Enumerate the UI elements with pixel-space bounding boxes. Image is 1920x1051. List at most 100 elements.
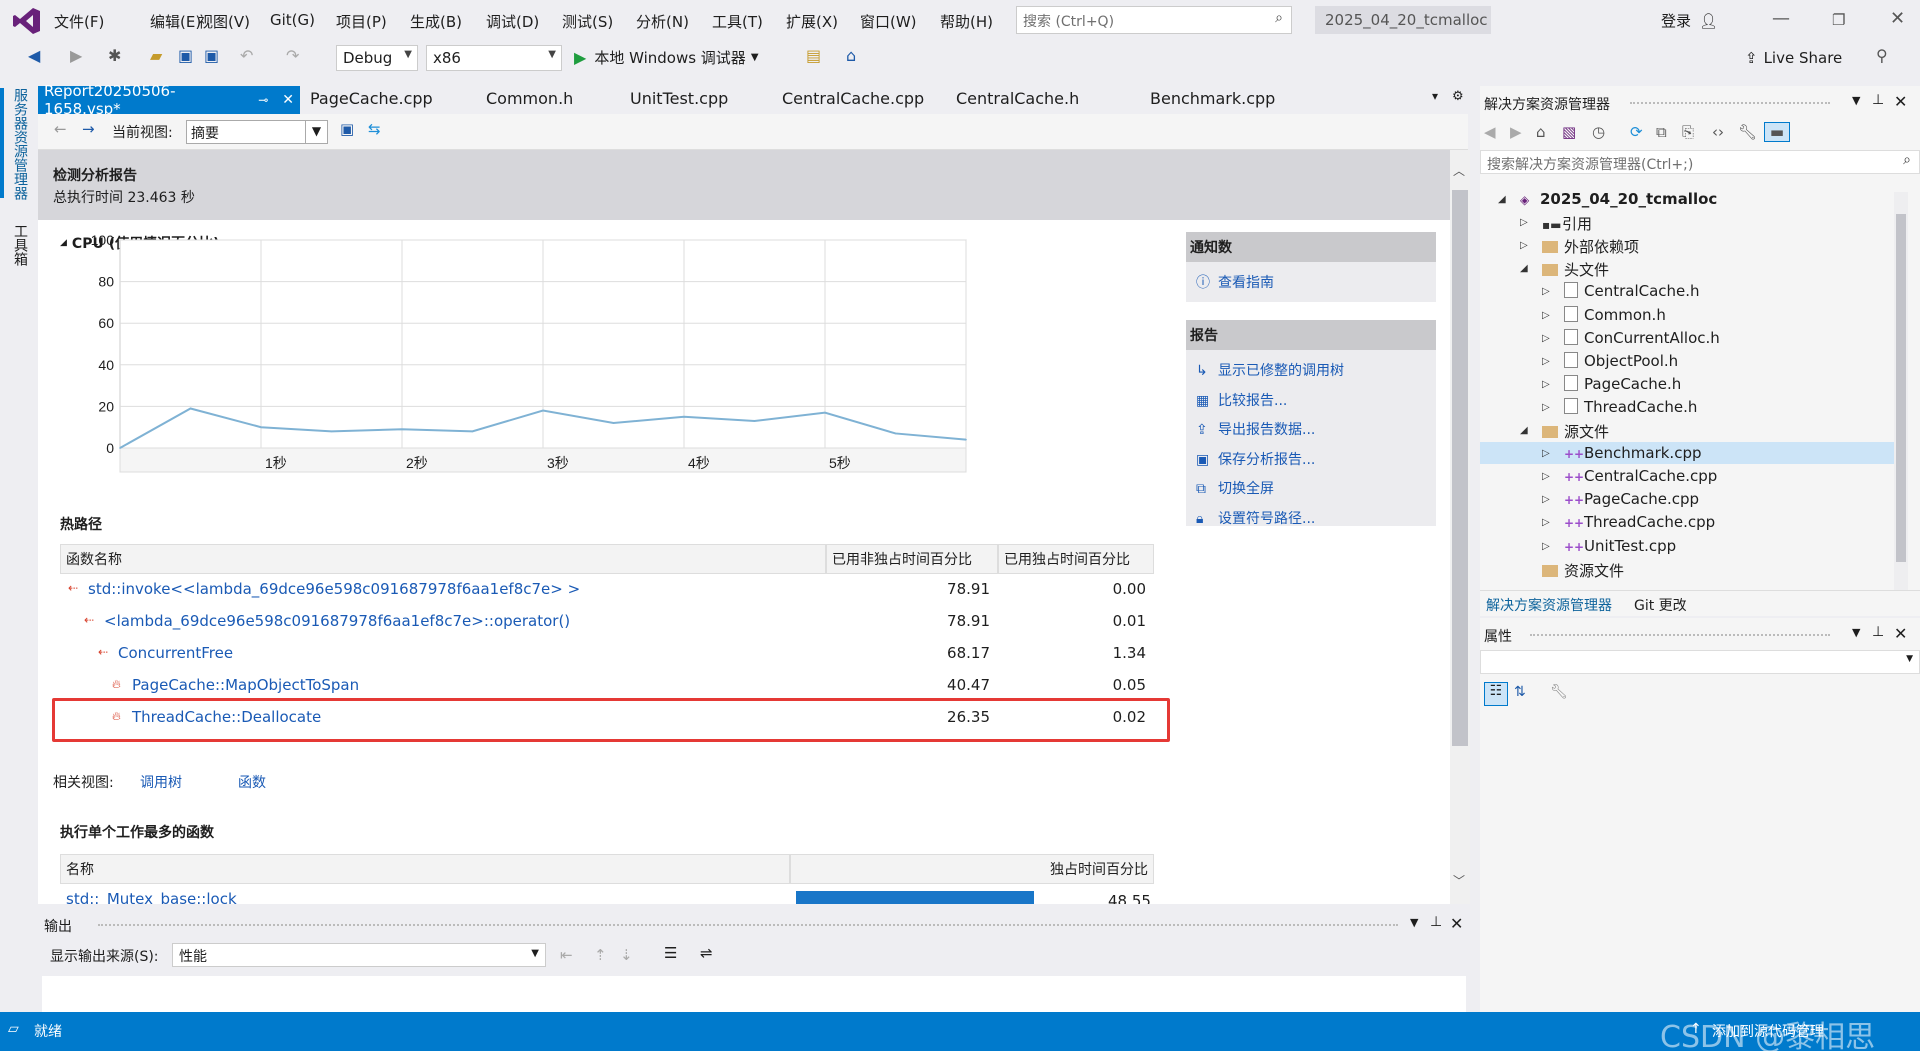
login-button[interactable]: 登录 👤︎	[1661, 10, 1718, 31]
close-panel-icon[interactable]: ✕	[1894, 624, 1907, 643]
function-name[interactable]: std::invoke<<lambda_69dce96e598c09168797…	[88, 580, 580, 598]
col-exclusive-pct[interactable]: 独占时间百分比	[790, 854, 1154, 884]
pin-icon[interactable]: ⊥	[1430, 914, 1442, 930]
prev-message-icon[interactable]: ⇡	[594, 946, 607, 964]
minimize-icon[interactable]: —	[1772, 8, 1790, 29]
show-all-files-icon[interactable]: ⎘	[1682, 123, 1712, 141]
panel-menu-icon[interactable]: ▼	[1852, 626, 1860, 639]
expand-icon[interactable]: ▷	[1542, 448, 1550, 459]
export-icon[interactable]: ⇆	[368, 120, 381, 138]
expand-icon[interactable]: ◢	[1498, 194, 1506, 205]
save-all-icon[interactable]: ▣	[204, 46, 219, 65]
server-explorer-tab[interactable]: 服务器资源管理器	[10, 88, 30, 200]
expand-icon[interactable]: ▷	[1542, 379, 1550, 390]
categorized-icon[interactable]: ☷	[1484, 682, 1508, 706]
menu-item[interactable]: 编辑(E)	[150, 11, 201, 32]
close-panel-icon[interactable]: ✕	[1894, 92, 1907, 111]
pin-icon[interactable]: ⊸	[258, 93, 268, 107]
col-name[interactable]: 名称	[60, 854, 790, 884]
tree-item[interactable]: ConCurrentAlloc.h	[1564, 328, 1720, 347]
menu-item[interactable]: 分析(N)	[636, 11, 689, 32]
expand-icon[interactable]: ▷	[1542, 286, 1550, 297]
tab-file[interactable]: UnitTest.cpp	[630, 89, 728, 108]
gear-icon[interactable]: ⚙	[1452, 89, 1464, 104]
maximize-icon[interactable]: ❐	[1832, 11, 1845, 29]
undo-icon[interactable]: ↶	[240, 46, 253, 65]
panel-menu-icon[interactable]: ▼	[1410, 916, 1418, 929]
report-link[interactable]: ⧉ 切换全屏	[1196, 478, 1274, 498]
clear-all-icon[interactable]: ☰	[664, 944, 677, 962]
tab-list-dropdown-icon[interactable]: ▾	[1432, 89, 1438, 103]
home-icon[interactable]: ⌂	[1536, 123, 1562, 141]
tab-git-changes[interactable]: Git 更改	[1634, 595, 1687, 615]
output-text-area[interactable]	[42, 976, 1466, 1012]
expand-icon[interactable]: ▷	[1542, 494, 1550, 505]
tree-item[interactable]: CentralCache.h	[1564, 282, 1700, 300]
tree-scrollbar[interactable]	[1894, 192, 1908, 590]
config-select[interactable]: Debug ▼	[336, 45, 418, 71]
report-link[interactable]: ⇪ 导出报告数据...	[1196, 419, 1315, 439]
sync-icon[interactable]: ⟳	[1630, 123, 1656, 141]
call-tree-link[interactable]: 调用树	[140, 772, 182, 792]
report-link[interactable]: ↳ 显示已修整的调用树	[1196, 360, 1344, 380]
report-link[interactable]: ▦ 比较报告...	[1196, 390, 1287, 410]
menu-item[interactable]: 项目(P)	[336, 11, 387, 32]
tab-file[interactable]: Benchmark.cpp	[1150, 89, 1275, 108]
tree-item[interactable]: ++Benchmark.cpp	[1564, 444, 1702, 462]
tree-scroll-thumb[interactable]	[1896, 214, 1906, 562]
word-wrap-icon[interactable]: ⇌	[700, 944, 713, 962]
tree-item[interactable]: ++ThreadCache.cpp	[1564, 513, 1715, 531]
back-icon[interactable]: ◀	[28, 46, 40, 65]
tree-item[interactable]: PageCache.h	[1564, 374, 1681, 393]
hot-path-row[interactable]: ⇠ <lambda_69dce96e598c091687978f6aa1ef8c7…	[60, 606, 1154, 638]
menu-item[interactable]: 视图(V)	[198, 11, 250, 32]
properties-object-select[interactable]: ▼	[1480, 650, 1920, 674]
report-link[interactable]: ▣ 保存分析报告...	[1196, 449, 1315, 469]
top-function-name[interactable]: std::_Mutex_base::lock	[66, 890, 237, 904]
tree-item[interactable]: 头文件	[1542, 259, 1609, 280]
nav-forward-icon[interactable]: →	[82, 120, 95, 138]
menu-item[interactable]: 文件(F)	[54, 11, 104, 32]
tree-item[interactable]: 源文件	[1542, 421, 1609, 442]
col-inclusive-time[interactable]: 已用非独占时间百分比	[826, 544, 998, 574]
tree-item[interactable]: ObjectPool.h	[1564, 351, 1678, 370]
view-guide-link[interactable]: ⓘ 查看指南	[1196, 272, 1274, 292]
close-icon[interactable]: ✕	[1890, 8, 1905, 29]
forward-icon[interactable]: ▶	[70, 46, 82, 65]
hot-path-row[interactable]: ⇠ std::invoke<<lambda_69dce96e598c0916879…	[60, 574, 1154, 606]
save-report-icon[interactable]: ▣	[340, 120, 354, 138]
current-view-select[interactable]: 摘要 ▼	[186, 120, 328, 144]
properties-icon[interactable]: 🔧︎	[1738, 123, 1764, 141]
expand-icon[interactable]: ▷	[1542, 541, 1550, 552]
menu-item[interactable]: 扩展(X)	[786, 11, 838, 32]
find-in-files-icon[interactable]: ▤	[806, 46, 821, 65]
scroll-down-icon[interactable]: ﹀	[1453, 872, 1465, 889]
preview-icon[interactable]: ▬	[1764, 122, 1790, 142]
tab-file[interactable]: CentralCache.h	[956, 89, 1079, 108]
menu-item[interactable]: 调试(D)	[486, 11, 539, 32]
menu-item[interactable]: Git(G)	[270, 11, 315, 29]
tree-item[interactable]: 外部依赖项	[1542, 236, 1639, 257]
function-name[interactable]: <lambda_69dce96e598c091687978f6aa1ef8c7e…	[104, 612, 570, 630]
find-message-icon[interactable]: ⇤	[560, 946, 573, 964]
col-function-name[interactable]: 函数名称	[60, 544, 826, 574]
function-name[interactable]: ConcurrentFree	[118, 644, 233, 662]
expand-icon[interactable]: ▷	[1520, 217, 1528, 228]
tree-item[interactable]: ◈ 2025_04_20_tcmalloc	[1520, 190, 1717, 208]
alphabetical-icon[interactable]: ⇅	[1514, 684, 1526, 700]
menu-item[interactable]: 测试(S)	[562, 11, 613, 32]
save-icon[interactable]: ▣	[178, 46, 193, 65]
start-debugger-button[interactable]: ▶ 本地 Windows 调试器 ▼	[574, 47, 759, 68]
close-tab-icon[interactable]: ✕	[282, 92, 294, 108]
tree-item[interactable]: ++CentralCache.cpp	[1564, 467, 1717, 485]
expand-icon[interactable]: ◢	[1520, 263, 1528, 274]
tree-item[interactable]: ++PageCache.cpp	[1564, 490, 1699, 508]
new-project-icon[interactable]: ✱	[108, 46, 121, 65]
menu-item[interactable]: 生成(B)	[410, 11, 462, 32]
scroll-up-icon[interactable]: ︿	[1453, 162, 1465, 179]
property-pages-icon[interactable]: 🔧︎	[1550, 684, 1568, 700]
menu-item[interactable]: 窗口(W)	[860, 11, 917, 32]
search-input[interactable]: 搜索 (Ctrl+Q) ⌕	[1016, 6, 1292, 34]
tab-file[interactable]: PageCache.cpp	[310, 89, 433, 108]
tab-report[interactable]: Report20250506-1658.vsp* ⊸ ✕	[38, 82, 300, 118]
